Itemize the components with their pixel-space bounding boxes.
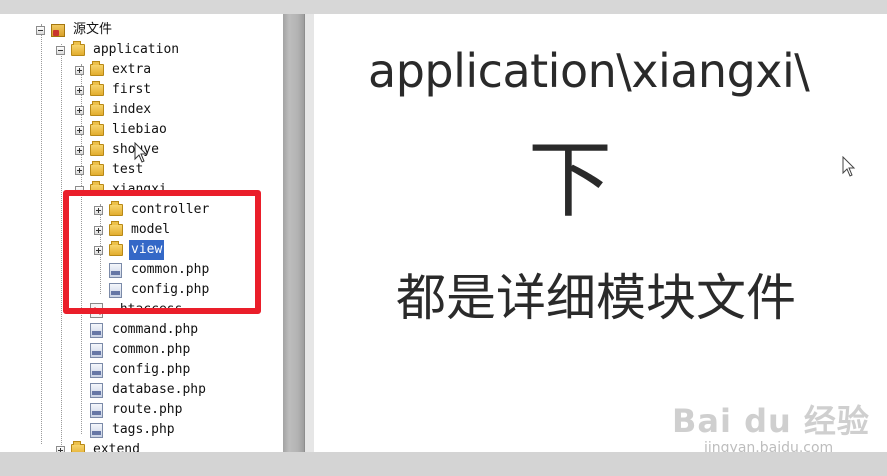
tree-node-root[interactable]: 源文件 [36, 20, 114, 40]
tree-node-label: common.php [112, 342, 191, 357]
expand-toggle-icon[interactable] [75, 165, 84, 175]
tree-node-label: index [112, 102, 152, 117]
watermark-logo: Bai du 经验 [672, 402, 870, 440]
expand-toggle-icon[interactable] [75, 65, 84, 75]
folder-icon [90, 161, 104, 176]
bottom-status-strip [0, 452, 887, 476]
expand-toggle-icon[interactable] [75, 105, 84, 115]
folder-icon [90, 121, 104, 136]
mouse-cursor-icon [134, 142, 148, 163]
folder-icon [90, 81, 104, 96]
tree-node-label: 源文件 [73, 22, 113, 37]
tree-node-label: config.php [112, 362, 191, 377]
top-toolbar-strip [0, 0, 887, 14]
panel-splitter-edge [304, 14, 314, 452]
tree-node-label: database.php [112, 382, 206, 397]
tree-guide [61, 44, 62, 447]
tree-node-label: extend [93, 442, 140, 452]
tree-node-label: route.php [112, 402, 183, 417]
php-file-icon [90, 382, 103, 398]
project-root-icon [51, 23, 65, 37]
tree-node-first[interactable]: first [75, 80, 153, 100]
tree-node-extend[interactable]: extend [56, 440, 142, 452]
baidu-jingyan-watermark: Bai du 经验 jingyan.baidu.com [668, 396, 887, 456]
tree-node-extra[interactable]: extra [75, 60, 153, 80]
expand-toggle-icon[interactable] [75, 145, 84, 155]
folder-icon [71, 441, 85, 452]
php-file-icon [90, 402, 103, 418]
folder-icon [90, 61, 104, 76]
php-file-icon [90, 422, 103, 438]
mouse-cursor-icon [842, 156, 856, 177]
folder-icon [90, 141, 104, 156]
collapse-toggle-icon[interactable] [56, 45, 65, 55]
tree-node-tags-php[interactable]: tags.php [75, 420, 177, 440]
tree-node-label: application [93, 42, 180, 57]
tree-guide [41, 24, 42, 444]
tree-node-label: tags.php [112, 422, 175, 437]
expand-toggle-icon[interactable] [75, 85, 84, 95]
caption-below-text: 下 [527, 131, 612, 229]
collapse-toggle-icon[interactable] [36, 25, 45, 35]
caption-description-text: 都是详细模块文件 [396, 269, 796, 327]
tree-node-label: liebiao [112, 122, 167, 137]
tree-node-route-php[interactable]: route.php [75, 400, 184, 420]
file-tree-panel[interactable]: 源文件 application extra first index liebia… [0, 14, 283, 452]
tree-node-liebiao[interactable]: liebiao [75, 120, 169, 140]
php-file-icon [90, 322, 103, 338]
tree-node-config-php[interactable]: config.php [75, 360, 192, 380]
folder-icon [71, 41, 85, 56]
tree-node-application[interactable]: application [56, 40, 181, 60]
folder-icon [90, 101, 104, 116]
tree-node-label: command.php [112, 322, 199, 337]
tree-node-database-php[interactable]: database.php [75, 380, 208, 400]
caption-path-text: application\xiangxi\ [368, 44, 810, 98]
tree-node-label: extra [112, 62, 152, 77]
tree-node-index[interactable]: index [75, 100, 153, 120]
tree-node-shouye[interactable]: shouye [75, 140, 161, 160]
panel-splitter[interactable] [283, 14, 304, 452]
tree-node-label: first [112, 82, 152, 97]
php-file-icon [90, 342, 103, 358]
expand-toggle-icon[interactable] [75, 125, 84, 135]
tree-node-common-php[interactable]: common.php [75, 340, 192, 360]
tree-node-command-php[interactable]: command.php [75, 320, 200, 340]
php-file-icon [90, 362, 103, 378]
highlight-annotation-box [63, 190, 261, 314]
